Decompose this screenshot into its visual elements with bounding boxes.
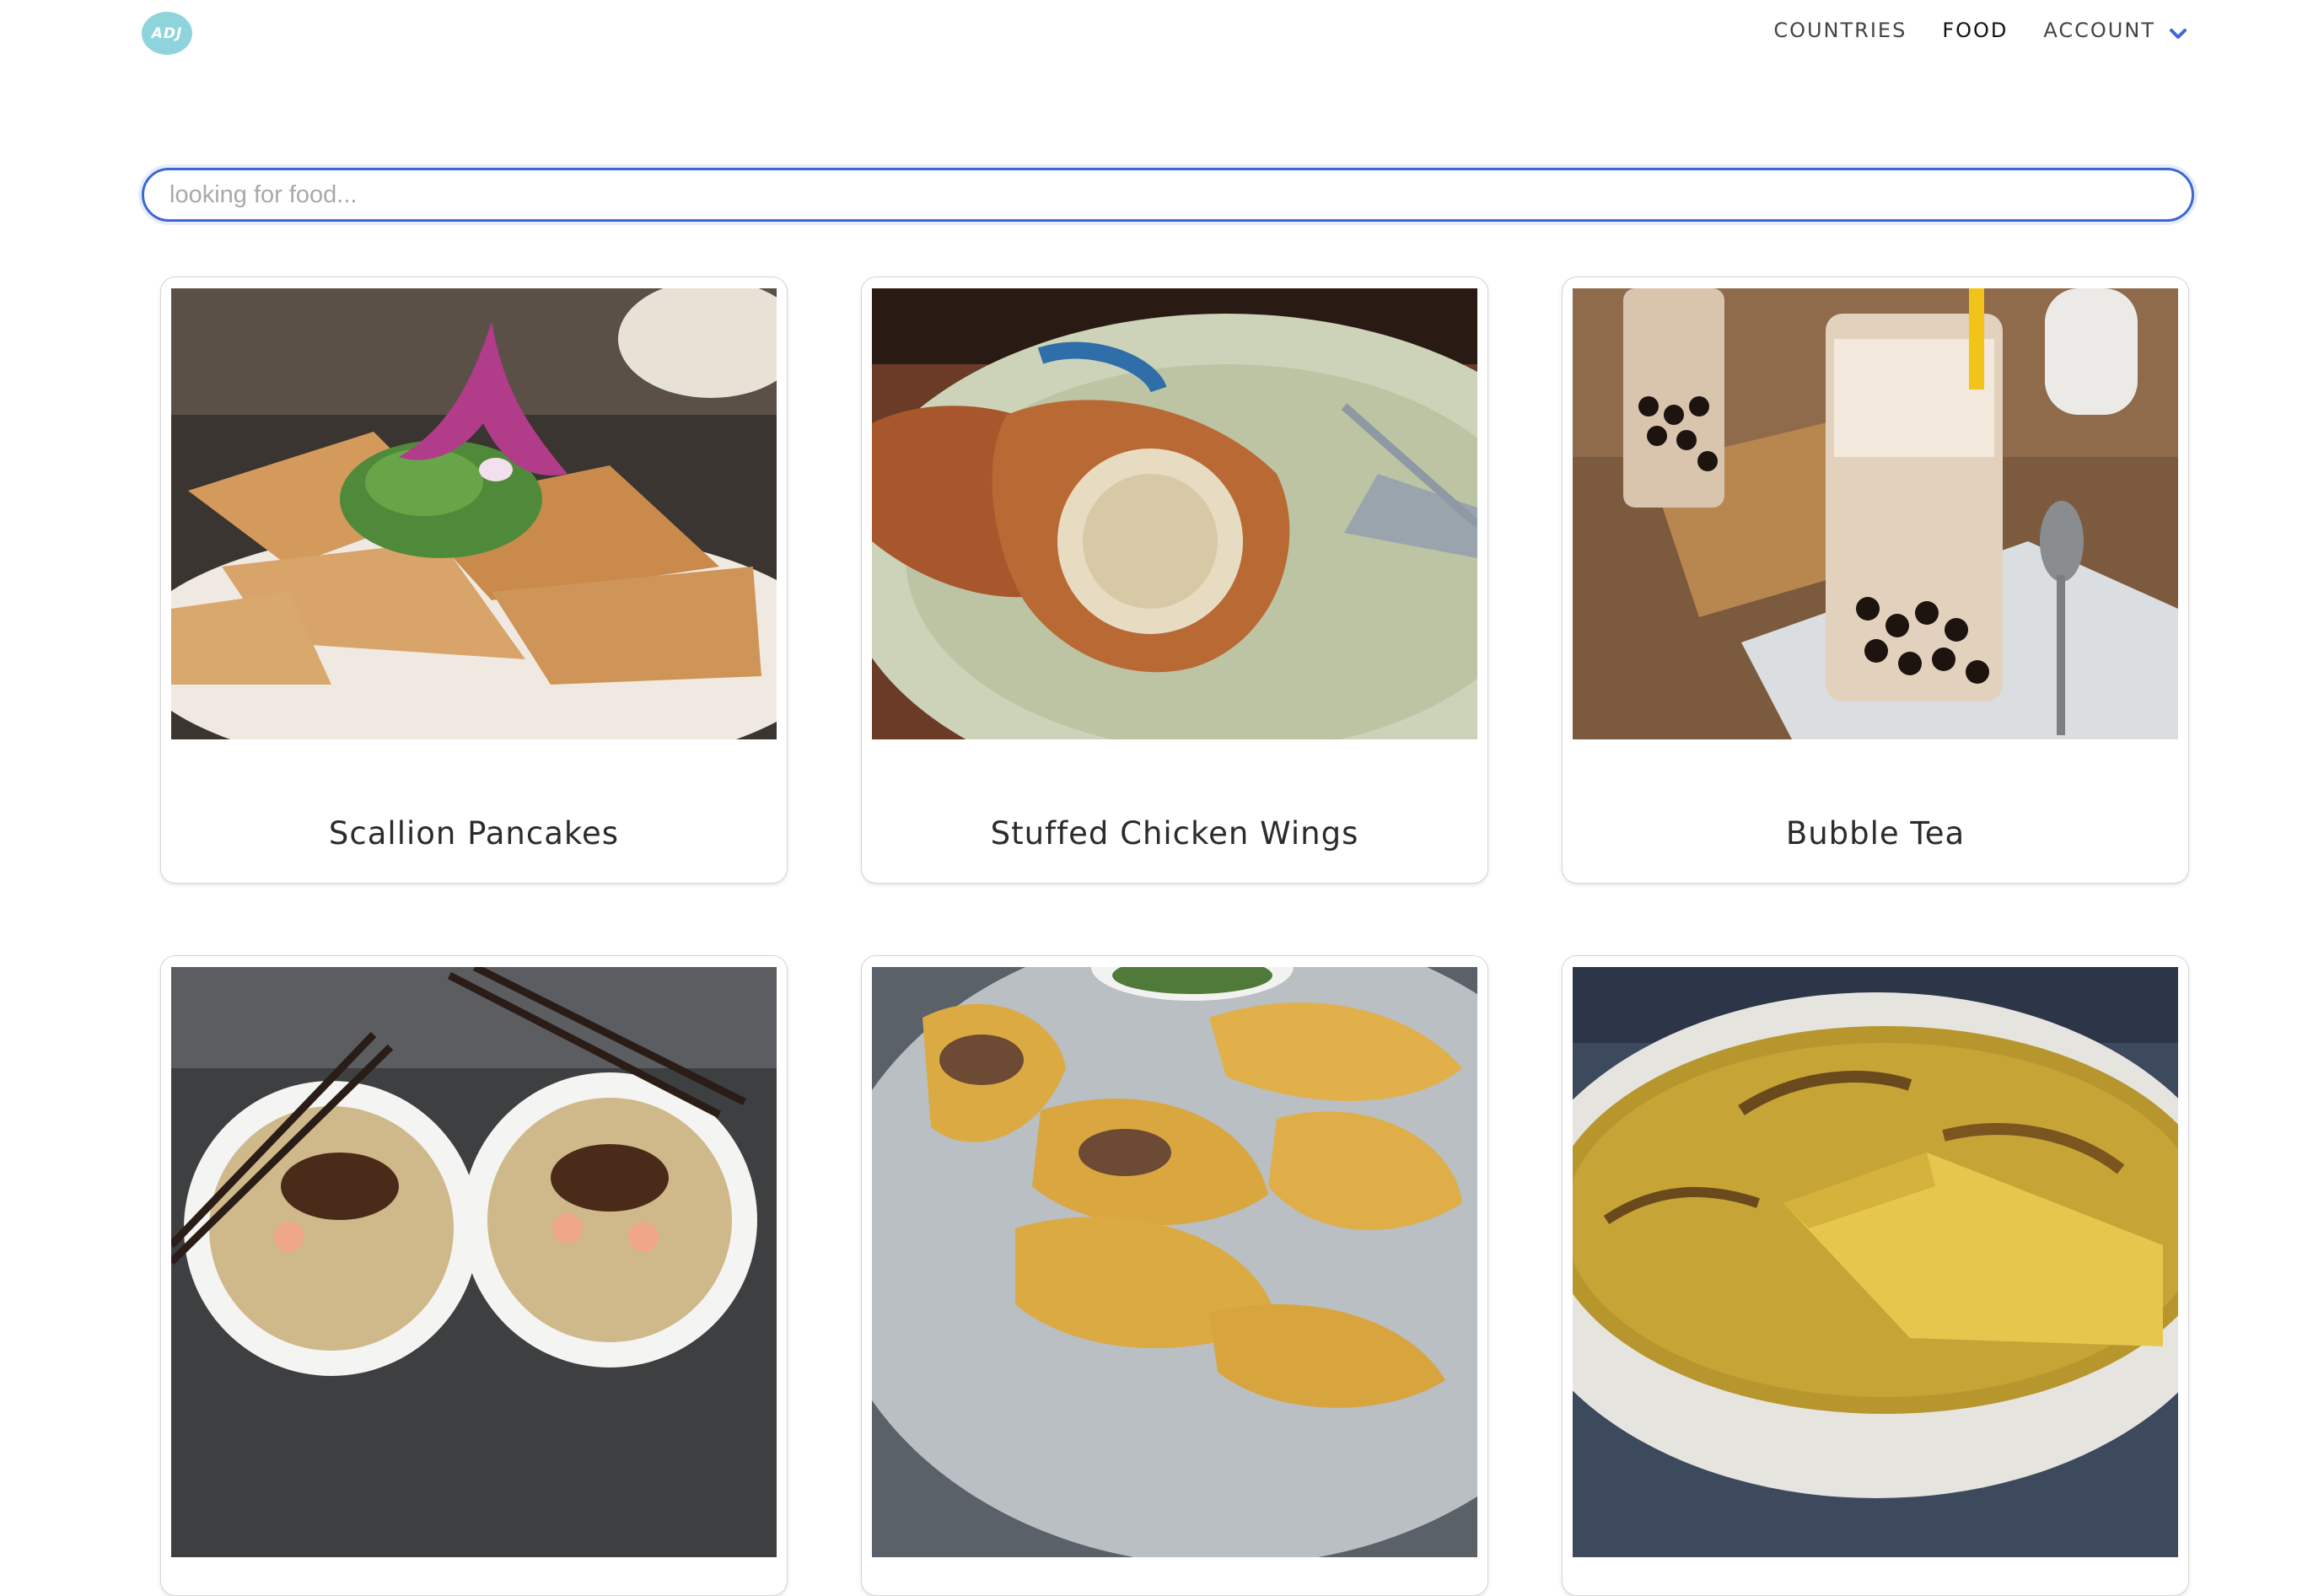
food-name: Bubble Tea xyxy=(1785,815,1966,852)
nav-link-countries[interactable]: COUNTRIES xyxy=(1773,19,1907,42)
food-card[interactable] xyxy=(160,955,788,1596)
food-card[interactable]: Bubble Tea xyxy=(1562,277,2189,884)
food-photo-stuffed-chicken-wings xyxy=(872,288,1477,739)
top-nav: COUNTRIES FOOD ACCOUNT xyxy=(1738,19,2187,42)
food-photo-omelette xyxy=(1573,967,2178,1557)
food-photo-scallion-pancakes xyxy=(171,288,777,739)
food-card[interactable] xyxy=(1562,955,2189,1596)
account-menu[interactable]: ACCOUNT xyxy=(2043,19,2187,42)
food-photo-noodle-soup xyxy=(171,967,777,1557)
chevron-down-icon[interactable] xyxy=(2169,28,2187,40)
food-name: Scallion Pancakes xyxy=(328,815,620,852)
food-card[interactable]: Stuffed Chicken Wings xyxy=(861,277,1488,884)
search-input[interactable] xyxy=(142,168,2194,222)
site-logo[interactable]: ADJ xyxy=(142,12,192,55)
food-name: Stuffed Chicken Wings xyxy=(990,815,1359,852)
logo-text: ADJ xyxy=(151,24,183,42)
nav-link-account[interactable]: ACCOUNT xyxy=(2043,19,2155,42)
nav-link-food[interactable]: FOOD xyxy=(1942,19,2008,42)
food-photo-bubble-tea xyxy=(1573,288,2178,739)
food-card[interactable] xyxy=(861,955,1488,1596)
food-card[interactable]: Scallion Pancakes xyxy=(160,277,788,884)
food-photo-empanadas xyxy=(872,967,1477,1557)
